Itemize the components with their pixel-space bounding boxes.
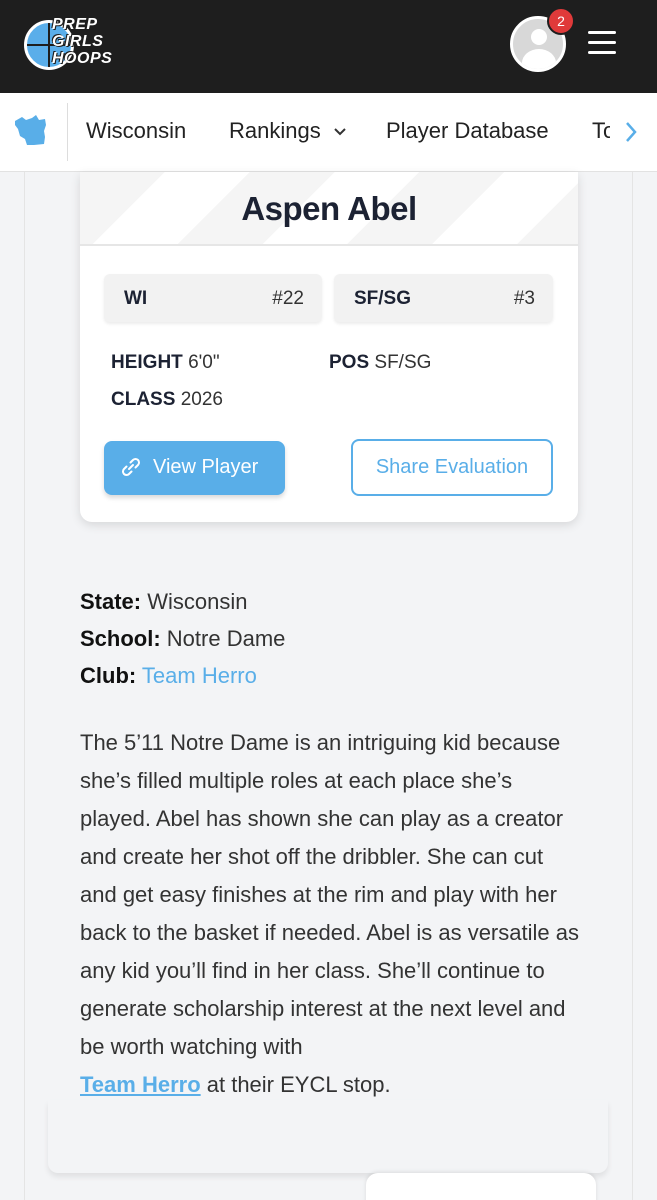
player-card: Aspen Abel WI #22 SF/SG #3 HEIGHT 6'0" P… bbox=[80, 172, 578, 522]
class-attribute: CLASS 2026 bbox=[111, 389, 223, 411]
player-name: Aspen Abel bbox=[241, 190, 417, 227]
position-rank-label: SF/SG bbox=[354, 288, 412, 309]
chevron-down-icon bbox=[334, 128, 346, 136]
position-rank-box: SF/SG #3 bbox=[334, 274, 553, 322]
view-player-button[interactable]: View Player bbox=[104, 441, 285, 495]
nav-item-wisconsin[interactable]: Wisconsin bbox=[86, 118, 186, 144]
state-rank-box: WI #22 bbox=[104, 274, 322, 322]
class-label: CLASS bbox=[111, 389, 176, 410]
club-label: Club: bbox=[80, 663, 137, 688]
next-card-preview bbox=[366, 1173, 596, 1200]
avatar-head-shape bbox=[531, 29, 547, 45]
view-player-label: View Player bbox=[153, 456, 259, 478]
wisconsin-map-icon[interactable] bbox=[12, 111, 52, 151]
team-herro-link[interactable]: Team Herro bbox=[80, 1072, 201, 1097]
school-line: School: Notre Dame bbox=[80, 626, 285, 652]
content-panel-right-edge bbox=[632, 172, 633, 1200]
nav-scroll-right-button[interactable] bbox=[610, 93, 657, 171]
nav-item-player-database[interactable]: Player Database bbox=[386, 118, 549, 144]
height-attribute: HEIGHT 6'0" bbox=[111, 352, 220, 374]
height-value: 6'0" bbox=[188, 352, 220, 373]
hamburger-menu-icon[interactable] bbox=[588, 31, 616, 55]
state-label: State: bbox=[80, 589, 142, 614]
prep-girls-hoops-logo[interactable]: PREP GIRLS HOOPS bbox=[24, 16, 119, 74]
nav-divider bbox=[67, 103, 68, 161]
player-card-header: Aspen Abel bbox=[80, 172, 578, 246]
pos-label: POS bbox=[329, 352, 370, 373]
avatar-body-shape bbox=[522, 49, 556, 69]
state-nav-bar: Wisconsin Rankings Player Database To bbox=[0, 93, 657, 172]
state-line: State: Wisconsin bbox=[80, 589, 248, 615]
nav-item-rankings-label: Rankings bbox=[229, 118, 321, 143]
school-label: School: bbox=[80, 626, 161, 651]
class-value: 2026 bbox=[180, 389, 223, 410]
position-attribute: POS SF/SG bbox=[329, 352, 431, 374]
logo-text: PREP GIRLS HOOPS bbox=[52, 16, 112, 67]
state-rank-label: WI bbox=[124, 288, 148, 309]
state-rank-value: #22 bbox=[272, 288, 304, 309]
nav-item-rankings[interactable]: Rankings bbox=[229, 118, 347, 144]
evaluation-paragraph: The 5’11 Notre Dame is an intriguing kid… bbox=[80, 724, 580, 1104]
link-icon bbox=[121, 457, 141, 477]
notification-badge[interactable]: 2 bbox=[547, 7, 575, 35]
club-link[interactable]: Team Herro bbox=[142, 663, 257, 688]
content-panel-left-edge bbox=[24, 172, 25, 1200]
pos-value: SF/SG bbox=[374, 352, 432, 373]
share-evaluation-button[interactable]: Share Evaluation bbox=[351, 439, 553, 496]
top-header: PREP GIRLS HOOPS 2 bbox=[0, 0, 657, 93]
evaluation-text: The 5’11 Notre Dame is an intriguing kid… bbox=[80, 730, 579, 1059]
evaluation-text-end: at their EYCL stop. bbox=[200, 1072, 391, 1097]
logo-line-2: GIRLS bbox=[52, 33, 104, 50]
height-label: HEIGHT bbox=[111, 352, 183, 373]
club-line: Club: Team Herro bbox=[80, 663, 257, 689]
article-panel-bottom bbox=[48, 1100, 608, 1173]
logo-line-3: HOOPS bbox=[52, 50, 113, 67]
school-value: Notre Dame bbox=[166, 626, 286, 651]
state-value: Wisconsin bbox=[147, 589, 248, 614]
chevron-right-icon bbox=[626, 122, 637, 142]
logo-line-1: PREP bbox=[52, 16, 98, 33]
position-rank-value: #3 bbox=[513, 288, 535, 309]
